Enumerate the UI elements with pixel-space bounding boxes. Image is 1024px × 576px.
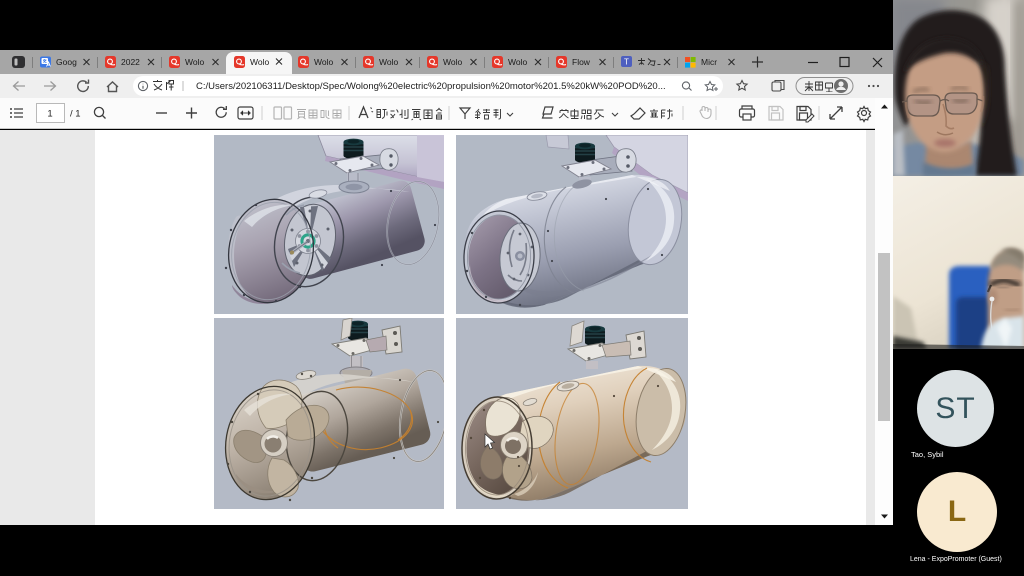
- svg-text:/ 1: / 1: [70, 109, 81, 120]
- svg-text:T: T: [624, 58, 629, 67]
- svg-text:1: 1: [47, 109, 52, 120]
